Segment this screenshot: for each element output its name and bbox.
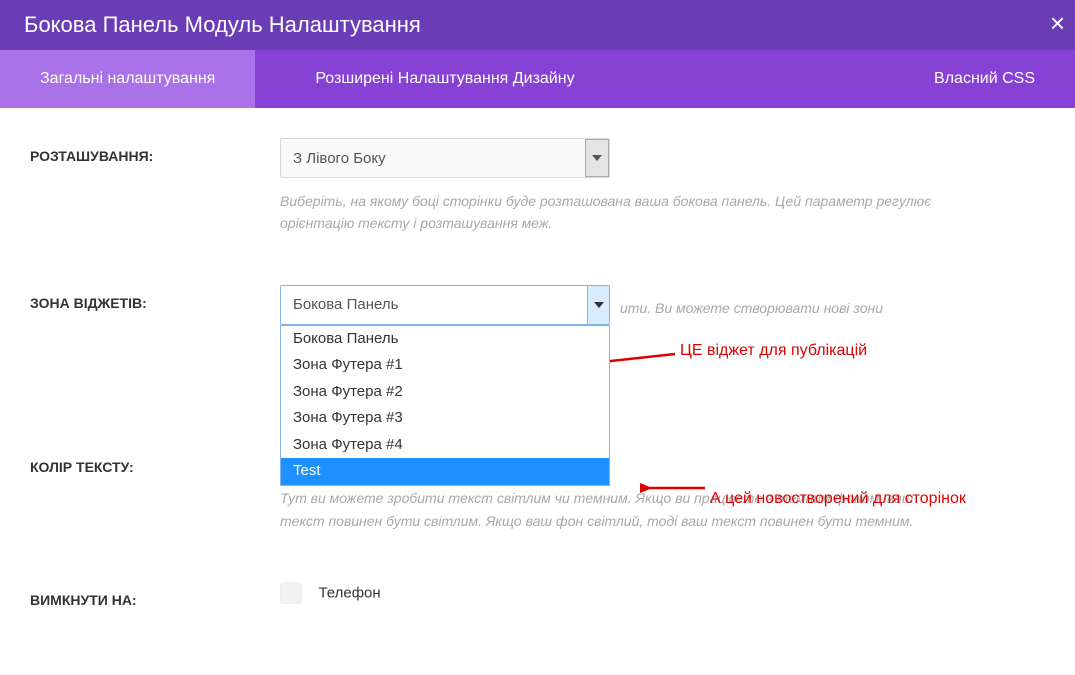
widget-label: ЗОНА ВІДЖЕТІВ: bbox=[30, 285, 280, 311]
tab-general[interactable]: Загальні налаштування bbox=[0, 50, 255, 108]
widget-option-footer2[interactable]: Зона Футера #2 bbox=[281, 379, 609, 406]
placement-select[interactable]: З Лівого Боку bbox=[280, 138, 610, 178]
tabs: Загальні налаштування Розширені Налаштув… bbox=[0, 50, 1075, 108]
widget-option-footer1[interactable]: Зона Футера #1 bbox=[281, 352, 609, 379]
modal-header: Бокова Панель Модуль Налаштування × bbox=[0, 0, 1075, 50]
disable-label: ВИМКНУТИ НА: bbox=[30, 582, 280, 608]
placement-label: РОЗТАШУВАННЯ: bbox=[30, 138, 280, 164]
placement-helper: Виберіть, на якому боці сторінки буде ро… bbox=[280, 190, 940, 235]
content-area: РОЗТАШУВАННЯ: З Лівого Боку Виберіть, на… bbox=[0, 108, 1075, 608]
widget-value: Бокова Панель bbox=[293, 296, 398, 313]
modal-title: Бокова Панель Модуль Налаштування bbox=[24, 12, 421, 38]
row-placement: РОЗТАШУВАННЯ: З Лівого Боку Виберіть, на… bbox=[30, 138, 1045, 235]
placement-value: З Лівого Боку bbox=[293, 150, 386, 167]
widget-dropdown: Бокова Панель Зона Футера #1 Зона Футера… bbox=[280, 325, 610, 486]
chevron-down-icon[interactable] bbox=[587, 286, 609, 324]
row-disable: ВИМКНУТИ НА: Телефон bbox=[30, 582, 1045, 608]
widget-option-test[interactable]: Test bbox=[281, 458, 609, 485]
widget-option-sidebar[interactable]: Бокова Панель bbox=[281, 326, 609, 353]
annotation-widget-pages: А цей новостворений для сторінок bbox=[710, 490, 966, 508]
widget-select[interactable]: Бокова Панель bbox=[280, 285, 610, 325]
widget-option-footer4[interactable]: Зона Футера #4 bbox=[281, 432, 609, 459]
tab-design[interactable]: Розширені Налаштування Дизайну bbox=[255, 50, 894, 108]
chevron-down-icon[interactable] bbox=[585, 139, 609, 177]
widget-option-footer3[interactable]: Зона Футера #3 bbox=[281, 405, 609, 432]
annotation-widget-publications: ЦЕ віджет для публікацій bbox=[680, 342, 867, 360]
widget-helper: ити. Ви можете створювати нові зони bbox=[620, 297, 1045, 319]
arrow-icon bbox=[640, 478, 710, 498]
tab-css[interactable]: Власний CSS bbox=[894, 50, 1075, 108]
close-button[interactable]: × bbox=[1050, 8, 1065, 39]
textcolor-label: КОЛІР ТЕКСТУ: bbox=[30, 449, 280, 475]
row-widget: ЗОНА ВІДЖЕТІВ: Бокова Панель Бокова Пане… bbox=[30, 285, 1045, 319]
phone-checkbox-label: Телефон bbox=[318, 584, 380, 601]
phone-checkbox[interactable] bbox=[280, 582, 302, 604]
